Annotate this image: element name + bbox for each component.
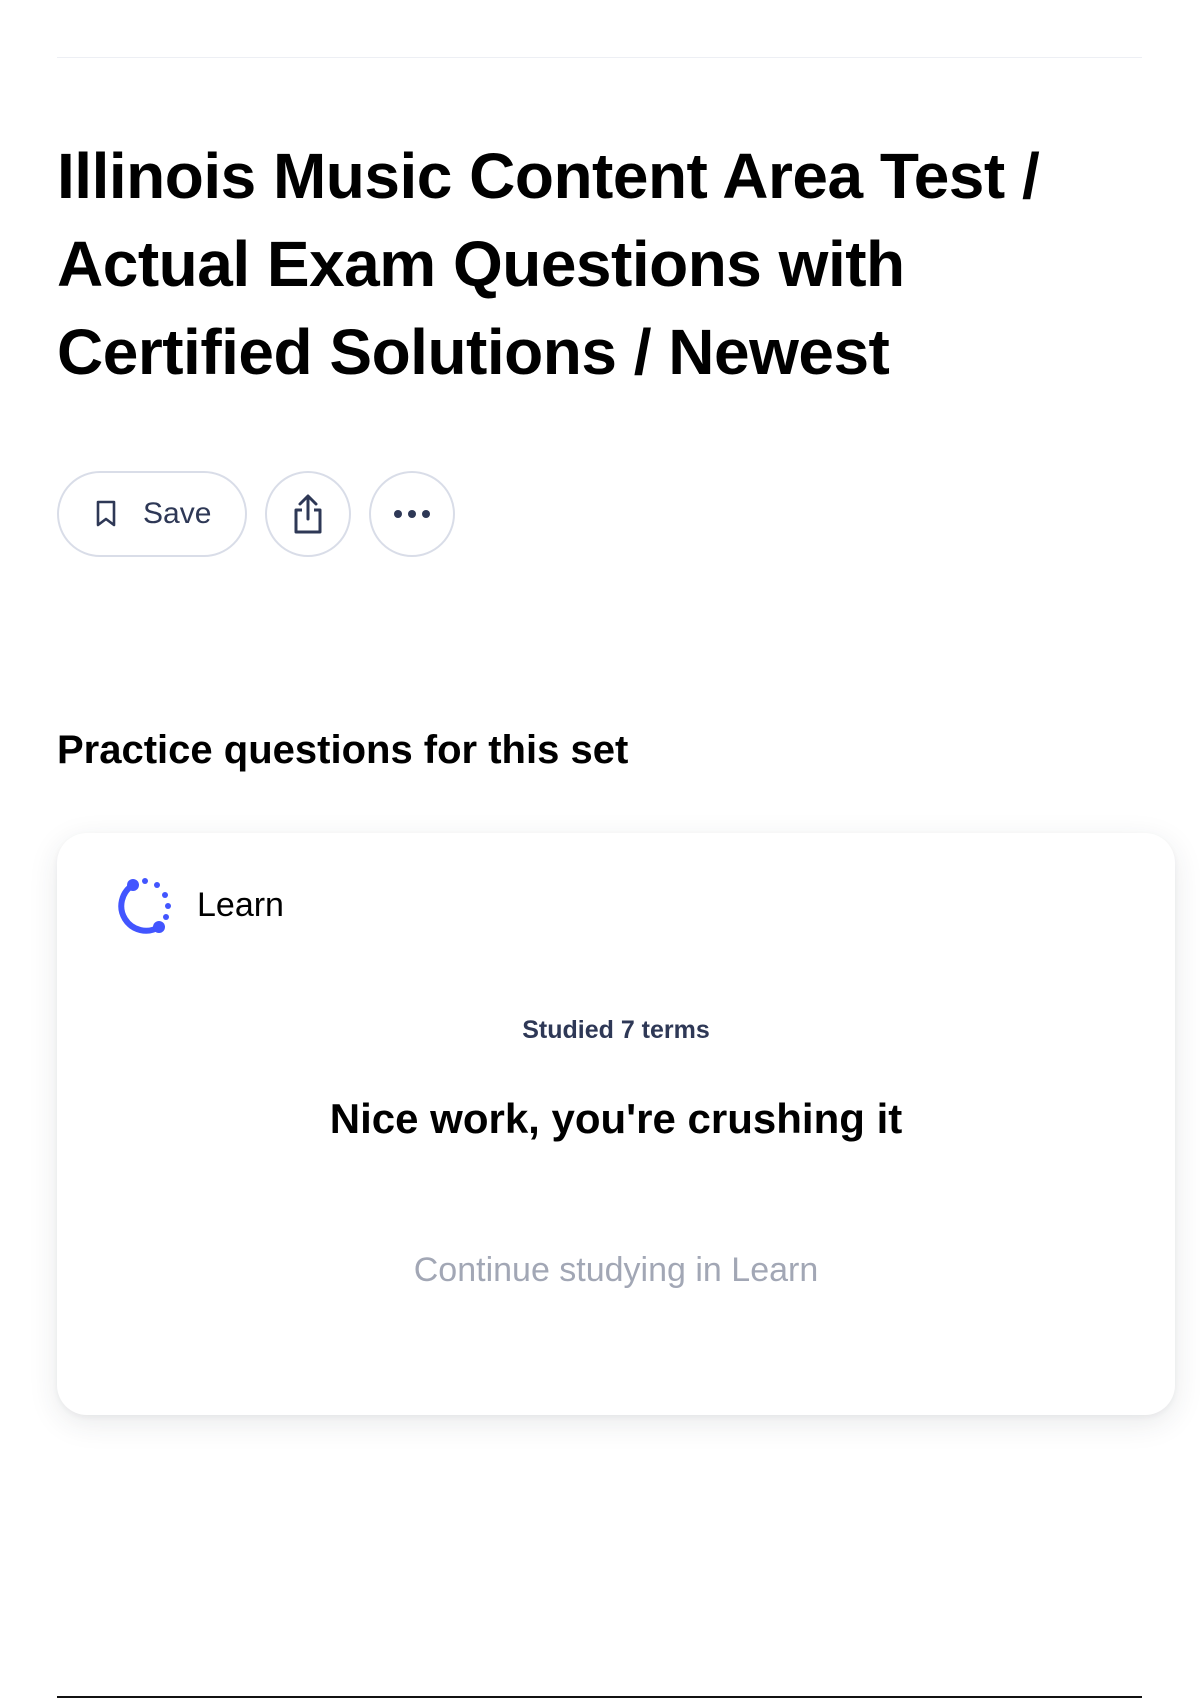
more-options-button[interactable]: [369, 471, 455, 557]
bottom-divider: [57, 1696, 1142, 1698]
set-actions-bar: Save: [57, 471, 455, 557]
continue-learn-link[interactable]: Continue studying in Learn: [57, 1251, 1175, 1290]
share-icon: [290, 493, 326, 535]
learn-card[interactable]: Learn Studied 7 terms Nice work, you're …: [57, 833, 1175, 1415]
page-title: Illinois Music Content Area Test / Actua…: [57, 140, 1040, 388]
learn-icon: [115, 875, 175, 935]
save-button[interactable]: Save: [57, 471, 247, 557]
share-button[interactable]: [265, 471, 351, 557]
save-button-label: Save: [143, 497, 212, 530]
learn-card-header: Learn: [115, 875, 284, 935]
studied-terms-count: Studied 7 terms: [522, 1016, 710, 1044]
bookmark-icon: [95, 500, 117, 528]
progress-message: Nice work, you're crushing it: [329, 1095, 903, 1142]
set-page: Illinois Music Content Area Test / Actua…: [0, 0, 1200, 1700]
top-divider: [57, 57, 1142, 58]
practice-section-heading: Practice questions for this set: [57, 728, 629, 772]
learn-card-title: Learn: [197, 885, 284, 924]
more-icon: [392, 509, 432, 519]
